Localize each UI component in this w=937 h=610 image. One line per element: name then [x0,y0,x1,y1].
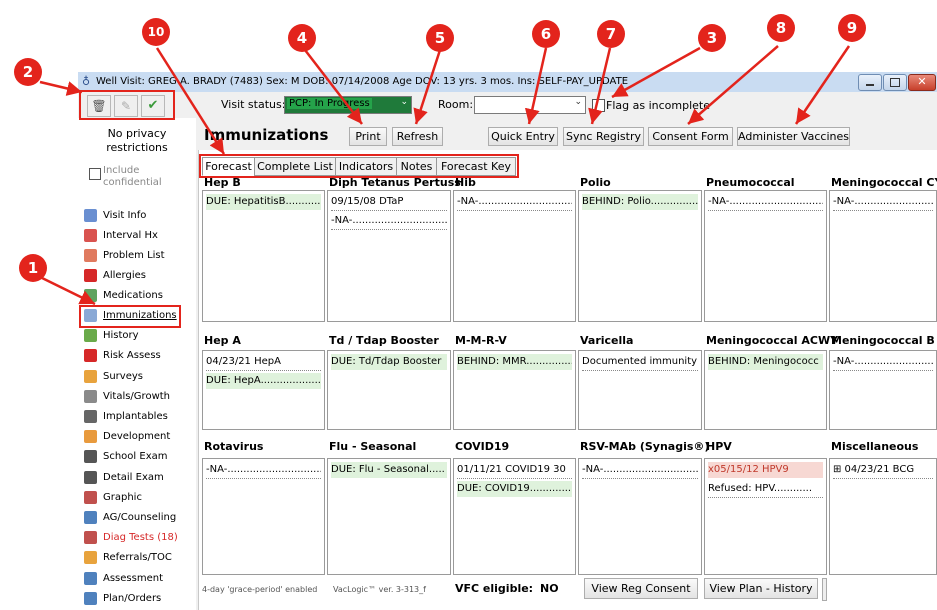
callout-4: 4 [288,24,316,52]
callout-2: 2 [14,58,42,86]
callout-10: 10 [142,18,170,46]
callout-3: 3 [698,24,726,52]
callout-9: 9 [838,14,866,42]
callout-1: 1 [19,254,47,282]
callout-8: 8 [767,14,795,42]
callout-arrows [37,45,851,306]
callout-5: 5 [426,24,454,52]
callout-6: 6 [532,20,560,48]
callout-7: 7 [597,20,625,48]
